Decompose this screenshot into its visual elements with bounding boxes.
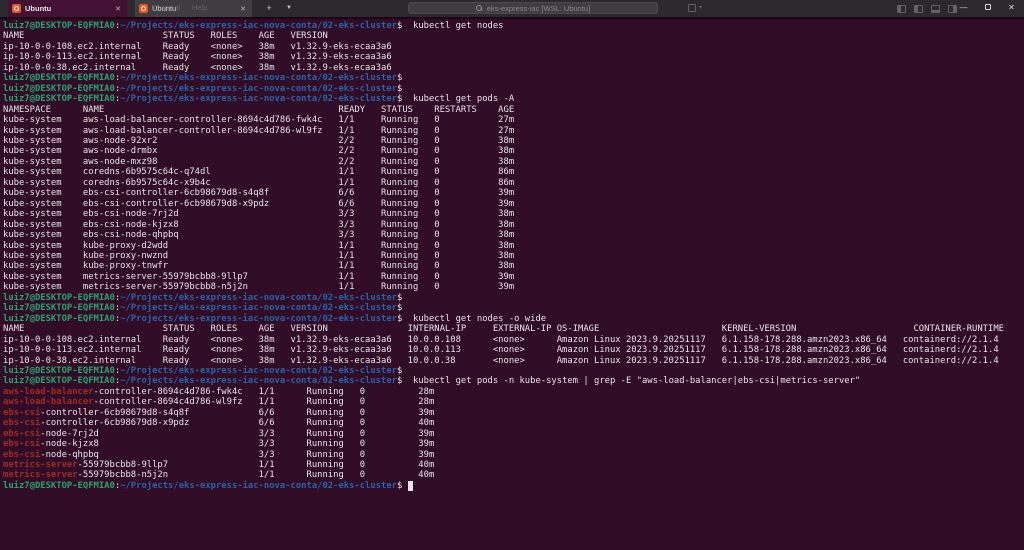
tab-label: Ubuntu: [25, 4, 110, 13]
terminal-line: ip-10-0-0-38.ec2.internal Ready <none> 3…: [3, 356, 1024, 366]
terminal-line: ip-10-0-0-108.ec2.internal Ready <none> …: [3, 335, 1024, 345]
terminal-window: Terminal Help Ubuntu ✕ Ubuntu ✕ + ▼ eks-…: [0, 0, 1024, 550]
terminal-line: luiz7@DESKTOP-EQFMIA0:~/Projects/eks-exp…: [3, 314, 1024, 324]
terminal-line: NAMESPACE NAME READY STATUS RESTARTS AGE: [3, 105, 1024, 115]
tab-label: Ubuntu: [152, 4, 235, 13]
terminal-line: aws-load-balancer-controller-8694c4d786-…: [3, 387, 1024, 397]
tab-close-icon[interactable]: ✕: [114, 5, 122, 13]
ghost-launcher-icon: ▾: [688, 4, 702, 12]
terminal-line: kube-system kube-proxy-nwznd 1/1 Running…: [3, 251, 1024, 261]
terminal-line: luiz7@DESKTOP-EQFMIA0:~/Projects/eks-exp…: [3, 481, 1024, 491]
terminal-line: luiz7@DESKTOP-EQFMIA0:~/Projects/eks-exp…: [3, 376, 1024, 386]
ubuntu-icon: [12, 4, 21, 13]
terminal-line: metrics-server-55979bcbb8-9llp7 1/1 Runn…: [3, 460, 1024, 470]
maximize-icon: [985, 4, 991, 10]
terminal-line: kube-system aws-load-balancer-controller…: [3, 115, 1024, 125]
command-center-search[interactable]: eks-express-iac [WSL: Ubuntu]: [408, 2, 658, 14]
terminal-line: ip-10-0-0-108.ec2.internal Ready <none> …: [3, 42, 1024, 52]
terminal-line: kube-system kube-proxy-d2wdd 1/1 Running…: [3, 241, 1024, 251]
terminal-line: kube-system ebs-csi-node-qhpbq 3/3 Runni…: [3, 230, 1024, 240]
terminal-line: ebs-csi-node-kjzx8 3/3 Running 0 39m: [3, 439, 1024, 449]
terminal-line: kube-system aws-node-mxz98 2/2 Running 0…: [3, 157, 1024, 167]
maximize-button[interactable]: [976, 0, 999, 16]
titlebar: Terminal Help Ubuntu ✕ Ubuntu ✕ + ▼ eks-…: [0, 0, 1024, 17]
terminal-line: ebs-csi-node-7rj2d 3/3 Running 0 39m: [3, 429, 1024, 439]
terminal-line: kube-system aws-node-drmbx 2/2 Running 0…: [3, 146, 1024, 156]
terminal-line: luiz7@DESKTOP-EQFMIA0:~/Projects/eks-exp…: [3, 84, 1024, 94]
terminal-line: kube-system ebs-csi-controller-6cb98679d…: [3, 188, 1024, 198]
terminal-line: kube-system ebs-csi-controller-6cb98679d…: [3, 199, 1024, 209]
search-text: eks-express-iac [WSL: Ubuntu]: [487, 4, 590, 13]
terminal-line: luiz7@DESKTOP-EQFMIA0:~/Projects/eks-exp…: [3, 73, 1024, 83]
layout-sidebar-icon: [897, 5, 906, 13]
terminal-line: kube-system metrics-server-55979bcbb8-9l…: [3, 272, 1024, 282]
terminal-line: kube-system metrics-server-55979bcbb8-n5…: [3, 282, 1024, 292]
tab-ubuntu-inactive[interactable]: Ubuntu ✕: [135, 0, 252, 17]
close-button[interactable]: ✕: [1000, 0, 1023, 16]
tab-dropdown-button[interactable]: ▼: [283, 2, 295, 15]
terminal-line: metrics-server-55979bcbb8-n5j2n 1/1 Runn…: [3, 470, 1024, 480]
terminal-line: kube-system coredns-6b9575c64c-x9b4c 1/1…: [3, 178, 1024, 188]
terminal-line: kube-system ebs-csi-node-7rj2d 3/3 Runni…: [3, 209, 1024, 219]
terminal-line: luiz7@DESKTOP-EQFMIA0:~/Projects/eks-exp…: [3, 303, 1024, 313]
search-icon: [476, 5, 483, 12]
layout-sidebar-filled-icon: [914, 5, 923, 13]
terminal-line: kube-system ebs-csi-node-kjzx8 3/3 Runni…: [3, 220, 1024, 230]
terminal-line: luiz7@DESKTOP-EQFMIA0:~/Projects/eks-exp…: [3, 293, 1024, 303]
terminal-line: NAME STATUS ROLES AGE VERSION INTERNAL-I…: [3, 324, 1024, 334]
tab-close-icon[interactable]: ✕: [239, 5, 247, 13]
terminal-line: luiz7@DESKTOP-EQFMIA0:~/Projects/eks-exp…: [3, 366, 1024, 376]
terminal-line: kube-system aws-node-92xr2 2/2 Running 0…: [3, 136, 1024, 146]
terminal-line: luiz7@DESKTOP-EQFMIA0:~/Projects/eks-exp…: [3, 94, 1024, 104]
terminal-line: ip-10-0-0-113.ec2.internal Ready <none> …: [3, 52, 1024, 62]
terminal-line: aws-load-balancer-controller-8694c4d786-…: [3, 397, 1024, 407]
new-tab-button[interactable]: +: [263, 2, 275, 15]
terminal-line: ip-10-0-0-38.ec2.internal Ready <none> 3…: [3, 63, 1024, 73]
layout-panel-icon: [931, 5, 940, 13]
terminal-line: kube-system coredns-6b9575c64c-q74dl 1/1…: [3, 167, 1024, 177]
terminal-line: ebs-csi-controller-6cb98679d8-x9pdz 6/6 …: [3, 418, 1024, 428]
ubuntu-icon: [139, 4, 148, 13]
terminal-line: ebs-csi-controller-6cb98679d8-s4q8f 6/6 …: [3, 408, 1024, 418]
terminal-screen[interactable]: luiz7@DESKTOP-EQFMIA0:~/Projects/eks-exp…: [0, 19, 1024, 550]
terminal-line: NAME STATUS ROLES AGE VERSION: [3, 31, 1024, 41]
ghost-layout-icons: [897, 5, 957, 13]
terminal-line: ebs-csi-node-qhpbq 3/3 Running 0 39m: [3, 450, 1024, 460]
terminal-cursor: [408, 481, 413, 491]
tab-ubuntu-active[interactable]: Ubuntu ✕: [8, 0, 127, 17]
minimize-button[interactable]: —: [952, 0, 975, 16]
terminal-line: ip-10-0-0-113.ec2.internal Ready <none> …: [3, 345, 1024, 355]
terminal-line: kube-system aws-load-balancer-controller…: [3, 126, 1024, 136]
terminal-line: kube-system kube-proxy-tnwfr 1/1 Running…: [3, 261, 1024, 271]
terminal-line: luiz7@DESKTOP-EQFMIA0:~/Projects/eks-exp…: [3, 21, 1024, 31]
